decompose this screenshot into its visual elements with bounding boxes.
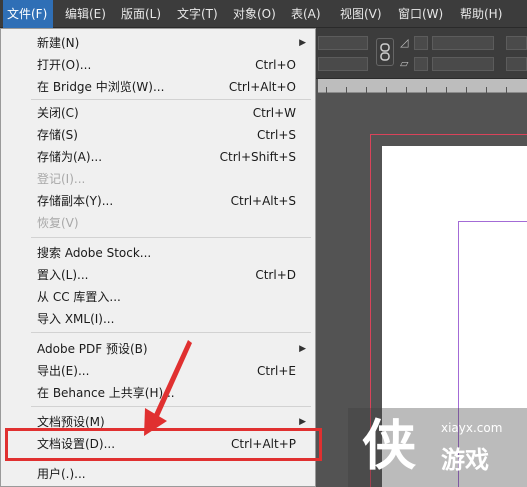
menu-separator — [31, 237, 311, 238]
menu-item-check-in: 登记(I)... — [1, 168, 316, 190]
menu-item-label: 存储(S) — [37, 128, 78, 142]
menu-item-label: 关闭(C) — [37, 106, 79, 120]
shear-icon: ▱ — [400, 57, 409, 70]
menu-item-shortcut: Ctrl+Alt+S — [230, 194, 296, 208]
menu-item-adobe-pdf-presets[interactable]: Adobe PDF 预设(B) ▶ — [1, 338, 316, 360]
menu-item-import-xml[interactable]: 导入 XML(I)... — [1, 308, 316, 330]
menu-table[interactable]: 表(A) — [287, 0, 321, 28]
menu-item-export[interactable]: 导出(E)... Ctrl+E — [1, 360, 316, 382]
menu-file[interactable]: 文件(F) — [3, 0, 53, 28]
margin-guide-top — [458, 221, 527, 222]
menu-help[interactable]: 帮助(H) — [456, 0, 502, 28]
shear-stepper[interactable] — [414, 57, 428, 71]
bleed-guide-top — [370, 134, 527, 135]
menu-item-label: 搜索 Adobe Stock... — [37, 246, 152, 260]
menu-item-revert: 恢复(V) — [1, 212, 316, 234]
menu-bar: 文件(F) 编辑(E) 版面(L) 文字(T) 对象(O) 表(A) 视图(V)… — [0, 0, 527, 28]
menu-item-shortcut: Ctrl+Alt+O — [228, 80, 296, 94]
submenu-arrow-icon: ▶ — [299, 344, 306, 354]
watermark-logo: 侠 — [362, 414, 416, 477]
menu-item-shortcut: Ctrl+S — [256, 128, 296, 142]
menu-separator — [31, 332, 311, 333]
menu-item-new[interactable]: 新建(N) ▶ — [1, 32, 316, 54]
menu-item-shortcut: Ctrl+W — [252, 106, 296, 120]
menu-item-save[interactable]: 存储(S) Ctrl+S — [1, 124, 316, 146]
menu-item-label: Adobe PDF 预设(B) — [37, 342, 148, 356]
menu-item-label: 新建(N) — [37, 36, 80, 50]
menu-item-label: 从 CC 库置入... — [37, 290, 121, 304]
menu-separator — [31, 99, 311, 100]
rotate-angle-field[interactable] — [432, 36, 494, 50]
menu-item-label: 存储副本(Y)... — [37, 194, 114, 208]
chain-link-icon[interactable] — [376, 38, 394, 66]
menu-item-place[interactable]: 置入(L)... Ctrl+D — [1, 264, 316, 286]
menu-item-label: 打开(O)... — [37, 58, 92, 72]
menu-view[interactable]: 视图(V) — [336, 0, 382, 28]
menu-item-search-adobe-stock[interactable]: 搜索 Adobe Stock... — [1, 242, 316, 264]
menu-item-shortcut: Ctrl+D — [255, 268, 296, 282]
file-menu-dropdown: 新建(N) ▶ 打开(O)... Ctrl+O 在 Bridge 中浏览(W).… — [0, 28, 316, 487]
menu-item-shortcut: Ctrl+E — [257, 364, 296, 378]
submenu-arrow-icon: ▶ — [299, 38, 306, 48]
menu-item-label: 在 Behance 上共享(H)... — [37, 386, 175, 400]
menu-item-close[interactable]: 关闭(C) Ctrl+W — [1, 102, 316, 124]
rotate-stepper[interactable] — [414, 36, 428, 50]
menu-window[interactable]: 窗口(W) — [394, 0, 443, 28]
menu-item-label: 登记(I)... — [37, 172, 86, 186]
menu-item-shortcut: Ctrl+O — [255, 58, 296, 72]
menu-layout[interactable]: 版面(L) — [117, 0, 161, 28]
scale-x-field[interactable] — [318, 36, 368, 50]
menu-separator — [31, 406, 311, 407]
menu-item-label: 在 Bridge 中浏览(W)... — [37, 80, 165, 94]
highlight-box — [5, 428, 322, 461]
menu-item-label: 用户(.)... — [37, 467, 86, 481]
menu-item-user[interactable]: 用户(.)... — [1, 463, 316, 485]
scale-y-field[interactable] — [318, 57, 368, 71]
menu-item-shortcut: Ctrl+Shift+S — [219, 150, 296, 164]
menu-type[interactable]: 文字(T) — [173, 0, 218, 28]
menu-item-label: 恢复(V) — [37, 216, 79, 230]
watermark-title: 游戏 — [441, 446, 489, 474]
rotate-icon: ◿ — [400, 36, 409, 49]
horizontal-ruler — [318, 79, 527, 93]
menu-item-browse-in-bridge[interactable]: 在 Bridge 中浏览(W)... Ctrl+Alt+O — [1, 76, 316, 98]
reference-field-top[interactable] — [506, 36, 527, 50]
menu-item-open[interactable]: 打开(O)... Ctrl+O — [1, 54, 316, 76]
menu-item-save-as[interactable]: 存储为(A)... Ctrl+Shift+S — [1, 146, 316, 168]
menu-item-label: 置入(L)... — [37, 268, 89, 282]
menu-item-save-copy[interactable]: 存储副本(Y)... Ctrl+Alt+S — [1, 190, 316, 212]
menu-object[interactable]: 对象(O) — [229, 0, 276, 28]
menu-item-share-on-behance[interactable]: 在 Behance 上共享(H)... — [1, 382, 316, 404]
menu-item-label: 导出(E)... — [37, 364, 90, 378]
menu-edit[interactable]: 编辑(E) — [61, 0, 106, 28]
menu-item-label: 存储为(A)... — [37, 150, 103, 164]
watermark-url: xiayx.com — [441, 421, 503, 435]
menu-item-label: 导入 XML(I)... — [37, 312, 115, 326]
shear-angle-field[interactable] — [432, 57, 494, 71]
reference-field-bottom[interactable] — [506, 57, 527, 71]
menu-item-place-from-cc-library[interactable]: 从 CC 库置入... — [1, 286, 316, 308]
